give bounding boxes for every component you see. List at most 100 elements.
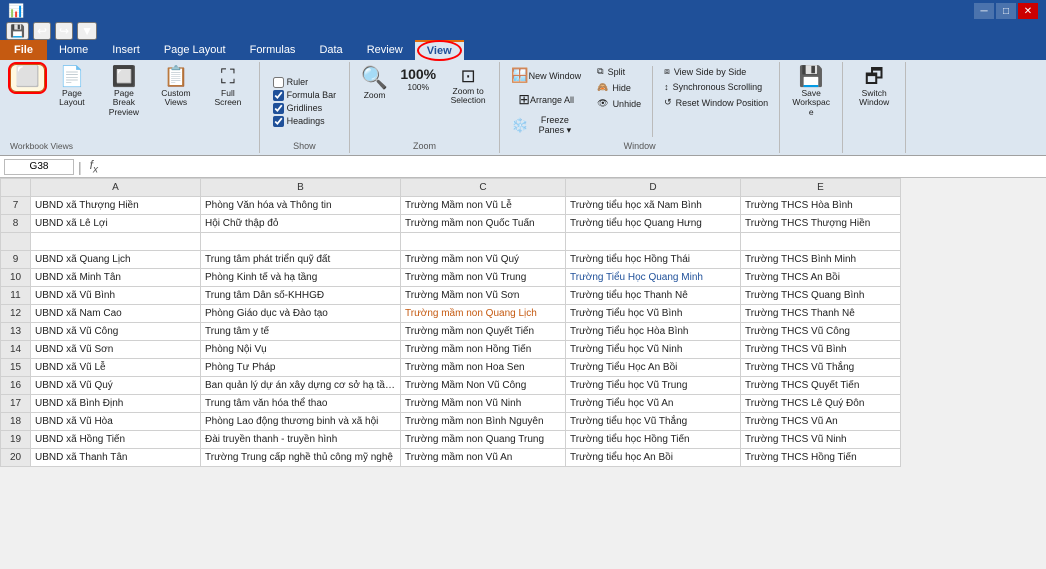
qa-dropdown-button[interactable]: ▼	[77, 22, 97, 40]
table-cell[interactable]: Trường Tiểu học Hòa Bình	[566, 323, 741, 341]
table-cell[interactable]: Trường THCS Hòa Bình	[741, 197, 901, 215]
table-cell[interactable]: Trường THCS Thanh Nê	[741, 305, 901, 323]
reset-window-button[interactable]: ↺ Reset Window Position	[659, 95, 773, 110]
table-cell[interactable]: Phòng Giáo dục và Đào tạo	[201, 305, 401, 323]
table-cell[interactable]: Ban quản lý dự án xây dựng cơ sở hạ tầng	[201, 377, 401, 395]
table-cell[interactable]: Trường mầm non Quốc Tuấn	[401, 215, 566, 233]
table-cell[interactable]: UBND xã Lê Lợi	[31, 215, 201, 233]
headings-checkbox-label[interactable]: Headings	[273, 116, 325, 127]
table-cell[interactable]: Trường tiểu học Hồng Tiến	[566, 431, 741, 449]
table-cell[interactable]: Phòng Văn hóa và Thông tin	[201, 197, 401, 215]
table-cell[interactable]: Trường mầm non Hoa Sen	[401, 359, 566, 377]
table-cell[interactable]: Trường Mầm non Vũ Lễ	[401, 197, 566, 215]
table-cell[interactable]	[741, 233, 901, 251]
arrange-button[interactable]: ⊞ Arrange All	[506, 88, 586, 111]
qa-save-button[interactable]: 💾	[6, 22, 29, 40]
switch-window-button[interactable]: 🗗 Switch Window	[849, 64, 899, 111]
table-cell[interactable]: Trường tiểu học Quang Hưng	[566, 215, 741, 233]
table-cell[interactable]	[31, 233, 201, 251]
spreadsheet[interactable]: A B C D E 7UBND xã Thượng HiềnPhòng Văn …	[0, 178, 1046, 569]
table-cell[interactable]: Trường THCS Thượng Hiền	[741, 215, 901, 233]
table-cell[interactable]: Trường Tiểu học Vũ Trung	[566, 377, 741, 395]
table-cell[interactable]: Trường tiểu học An Bồi	[566, 449, 741, 467]
freeze-panes-button[interactable]: ❄️ Freeze Panes ▾	[506, 112, 586, 139]
save-workspace-button[interactable]: 💾 Save Workspace	[786, 64, 836, 120]
table-cell[interactable]: UBND xã Minh Tân	[31, 269, 201, 287]
ruler-checkbox[interactable]	[273, 77, 284, 88]
table-cell[interactable]: Trường THCS Vũ Bình	[741, 341, 901, 359]
table-cell[interactable]: Trường mầm non Quang Lịch	[401, 305, 566, 323]
table-cell[interactable]: Trường Mầm Non Vũ Công	[401, 377, 566, 395]
full-screen-button[interactable]: ⛶ Full Screen	[203, 64, 253, 111]
split-button[interactable]: ⧉ Split	[592, 64, 646, 79]
table-cell[interactable]: Trường tiểu học Thanh Nê	[566, 287, 741, 305]
table-cell[interactable]: Trường Mầm non Vũ Sơn	[401, 287, 566, 305]
page-layout-button[interactable]: 📄 Page Layout	[47, 64, 97, 111]
table-cell[interactable]: Trường Tiểu học Vũ Bình	[566, 305, 741, 323]
tab-home[interactable]: Home	[47, 40, 100, 60]
table-cell[interactable]: Trung tâm văn hóa thể thao	[201, 395, 401, 413]
table-cell[interactable]: Trường THCS Vũ Thắng	[741, 359, 901, 377]
table-cell[interactable]: UBND xã Bình Định	[31, 395, 201, 413]
table-cell[interactable]: UBND xã Hồng Tiến	[31, 431, 201, 449]
table-cell[interactable]: Trường Trung cấp nghề thủ công mỹ nghệ	[201, 449, 401, 467]
table-cell[interactable]: Trường mầm non Quang Trung	[401, 431, 566, 449]
table-cell[interactable]: UBND xã Thanh Tân	[31, 449, 201, 467]
table-cell[interactable]	[566, 233, 741, 251]
sync-scroll-button[interactable]: ↕ Synchronous Scrolling	[659, 80, 773, 94]
zoom-button[interactable]: 🔍 Zoom	[356, 64, 393, 103]
table-cell[interactable]: Trường THCS Bình Minh	[741, 251, 901, 269]
table-cell[interactable]: Trường Tiểu Học An Bồi	[566, 359, 741, 377]
col-header-e[interactable]: E	[741, 179, 901, 197]
hide-button[interactable]: 🙈 Hide	[592, 80, 646, 95]
tab-page-layout[interactable]: Page Layout	[152, 40, 238, 60]
table-cell[interactable]: Trường THCS An Bồi	[741, 269, 901, 287]
table-cell[interactable]: Trường tiểu học xã Nam Bình	[566, 197, 741, 215]
table-cell[interactable]: Trường tiểu học Hồng Thái	[566, 251, 741, 269]
close-button[interactable]: ✕	[1018, 3, 1038, 19]
qa-undo-button[interactable]: ↩	[33, 22, 51, 40]
table-cell[interactable]: Trường mầm non Vũ An	[401, 449, 566, 467]
table-cell[interactable]: Trường THCS Vũ Công	[741, 323, 901, 341]
tab-review[interactable]: Review	[355, 40, 415, 60]
table-cell[interactable]: UBND xã Vũ Lễ	[31, 359, 201, 377]
table-cell[interactable]: Phòng Nội Vụ	[201, 341, 401, 359]
table-cell[interactable]: Trường Tiểu Học Quang Minh	[566, 269, 741, 287]
formula-bar-checkbox[interactable]	[273, 90, 284, 101]
table-cell[interactable]: Trường THCS Hồng Tiến	[741, 449, 901, 467]
table-cell[interactable]: Đài truyền thanh - truyền hình	[201, 431, 401, 449]
table-cell[interactable]: Trường Tiểu học Vũ An	[566, 395, 741, 413]
normal-view-button[interactable]: ⬜	[10, 64, 45, 92]
custom-views-button[interactable]: 📋 Custom Views	[151, 64, 201, 111]
name-box[interactable]	[4, 159, 74, 175]
table-cell[interactable]: Trung tâm y tế	[201, 323, 401, 341]
zoom-selection-button[interactable]: ⊡ Zoom to Selection	[443, 64, 493, 109]
maximize-button[interactable]: □	[996, 3, 1016, 19]
table-cell[interactable]: Trường mầm non Quyết Tiến	[401, 323, 566, 341]
formula-bar-checkbox-label[interactable]: Formula Bar	[273, 90, 337, 101]
tab-insert[interactable]: Insert	[100, 40, 152, 60]
table-cell[interactable]	[401, 233, 566, 251]
table-cell[interactable]: Trường mầm non Hồng Tiến	[401, 341, 566, 359]
table-cell[interactable]: UBND xã Vũ Bình	[31, 287, 201, 305]
col-header-c[interactable]: C	[401, 179, 566, 197]
table-cell[interactable]: Trường Mầm non Vũ Ninh	[401, 395, 566, 413]
table-cell[interactable]: Phòng Lao động thương binh và xã hội	[201, 413, 401, 431]
page-break-button[interactable]: 🔲 Page Break Preview	[99, 64, 149, 120]
table-cell[interactable]: Trường THCS Vũ Ninh	[741, 431, 901, 449]
col-header-d[interactable]: D	[566, 179, 741, 197]
table-cell[interactable]: UBND xã Vũ Hòa	[31, 413, 201, 431]
view-side-by-side-button[interactable]: ⧈ View Side by Side	[659, 64, 773, 79]
new-window-button[interactable]: 🪟 New Window	[506, 64, 586, 87]
minimize-button[interactable]: ─	[974, 3, 994, 19]
table-cell[interactable]: Trường tiểu học Vũ Thắng	[566, 413, 741, 431]
col-header-b[interactable]: B	[201, 179, 401, 197]
zoom100-button[interactable]: 100% 100%	[395, 64, 441, 95]
table-cell[interactable]: Trường mầm non Vũ Quý	[401, 251, 566, 269]
table-cell[interactable]: Phòng Kinh tế và hạ tầng	[201, 269, 401, 287]
table-cell[interactable]: Trường THCS Quang Bình	[741, 287, 901, 305]
table-cell[interactable]: Trường mầm non Vũ Trung	[401, 269, 566, 287]
headings-checkbox[interactable]	[273, 116, 284, 127]
tab-view[interactable]: View	[415, 40, 464, 60]
table-cell[interactable]: Trường THCS Vũ An	[741, 413, 901, 431]
